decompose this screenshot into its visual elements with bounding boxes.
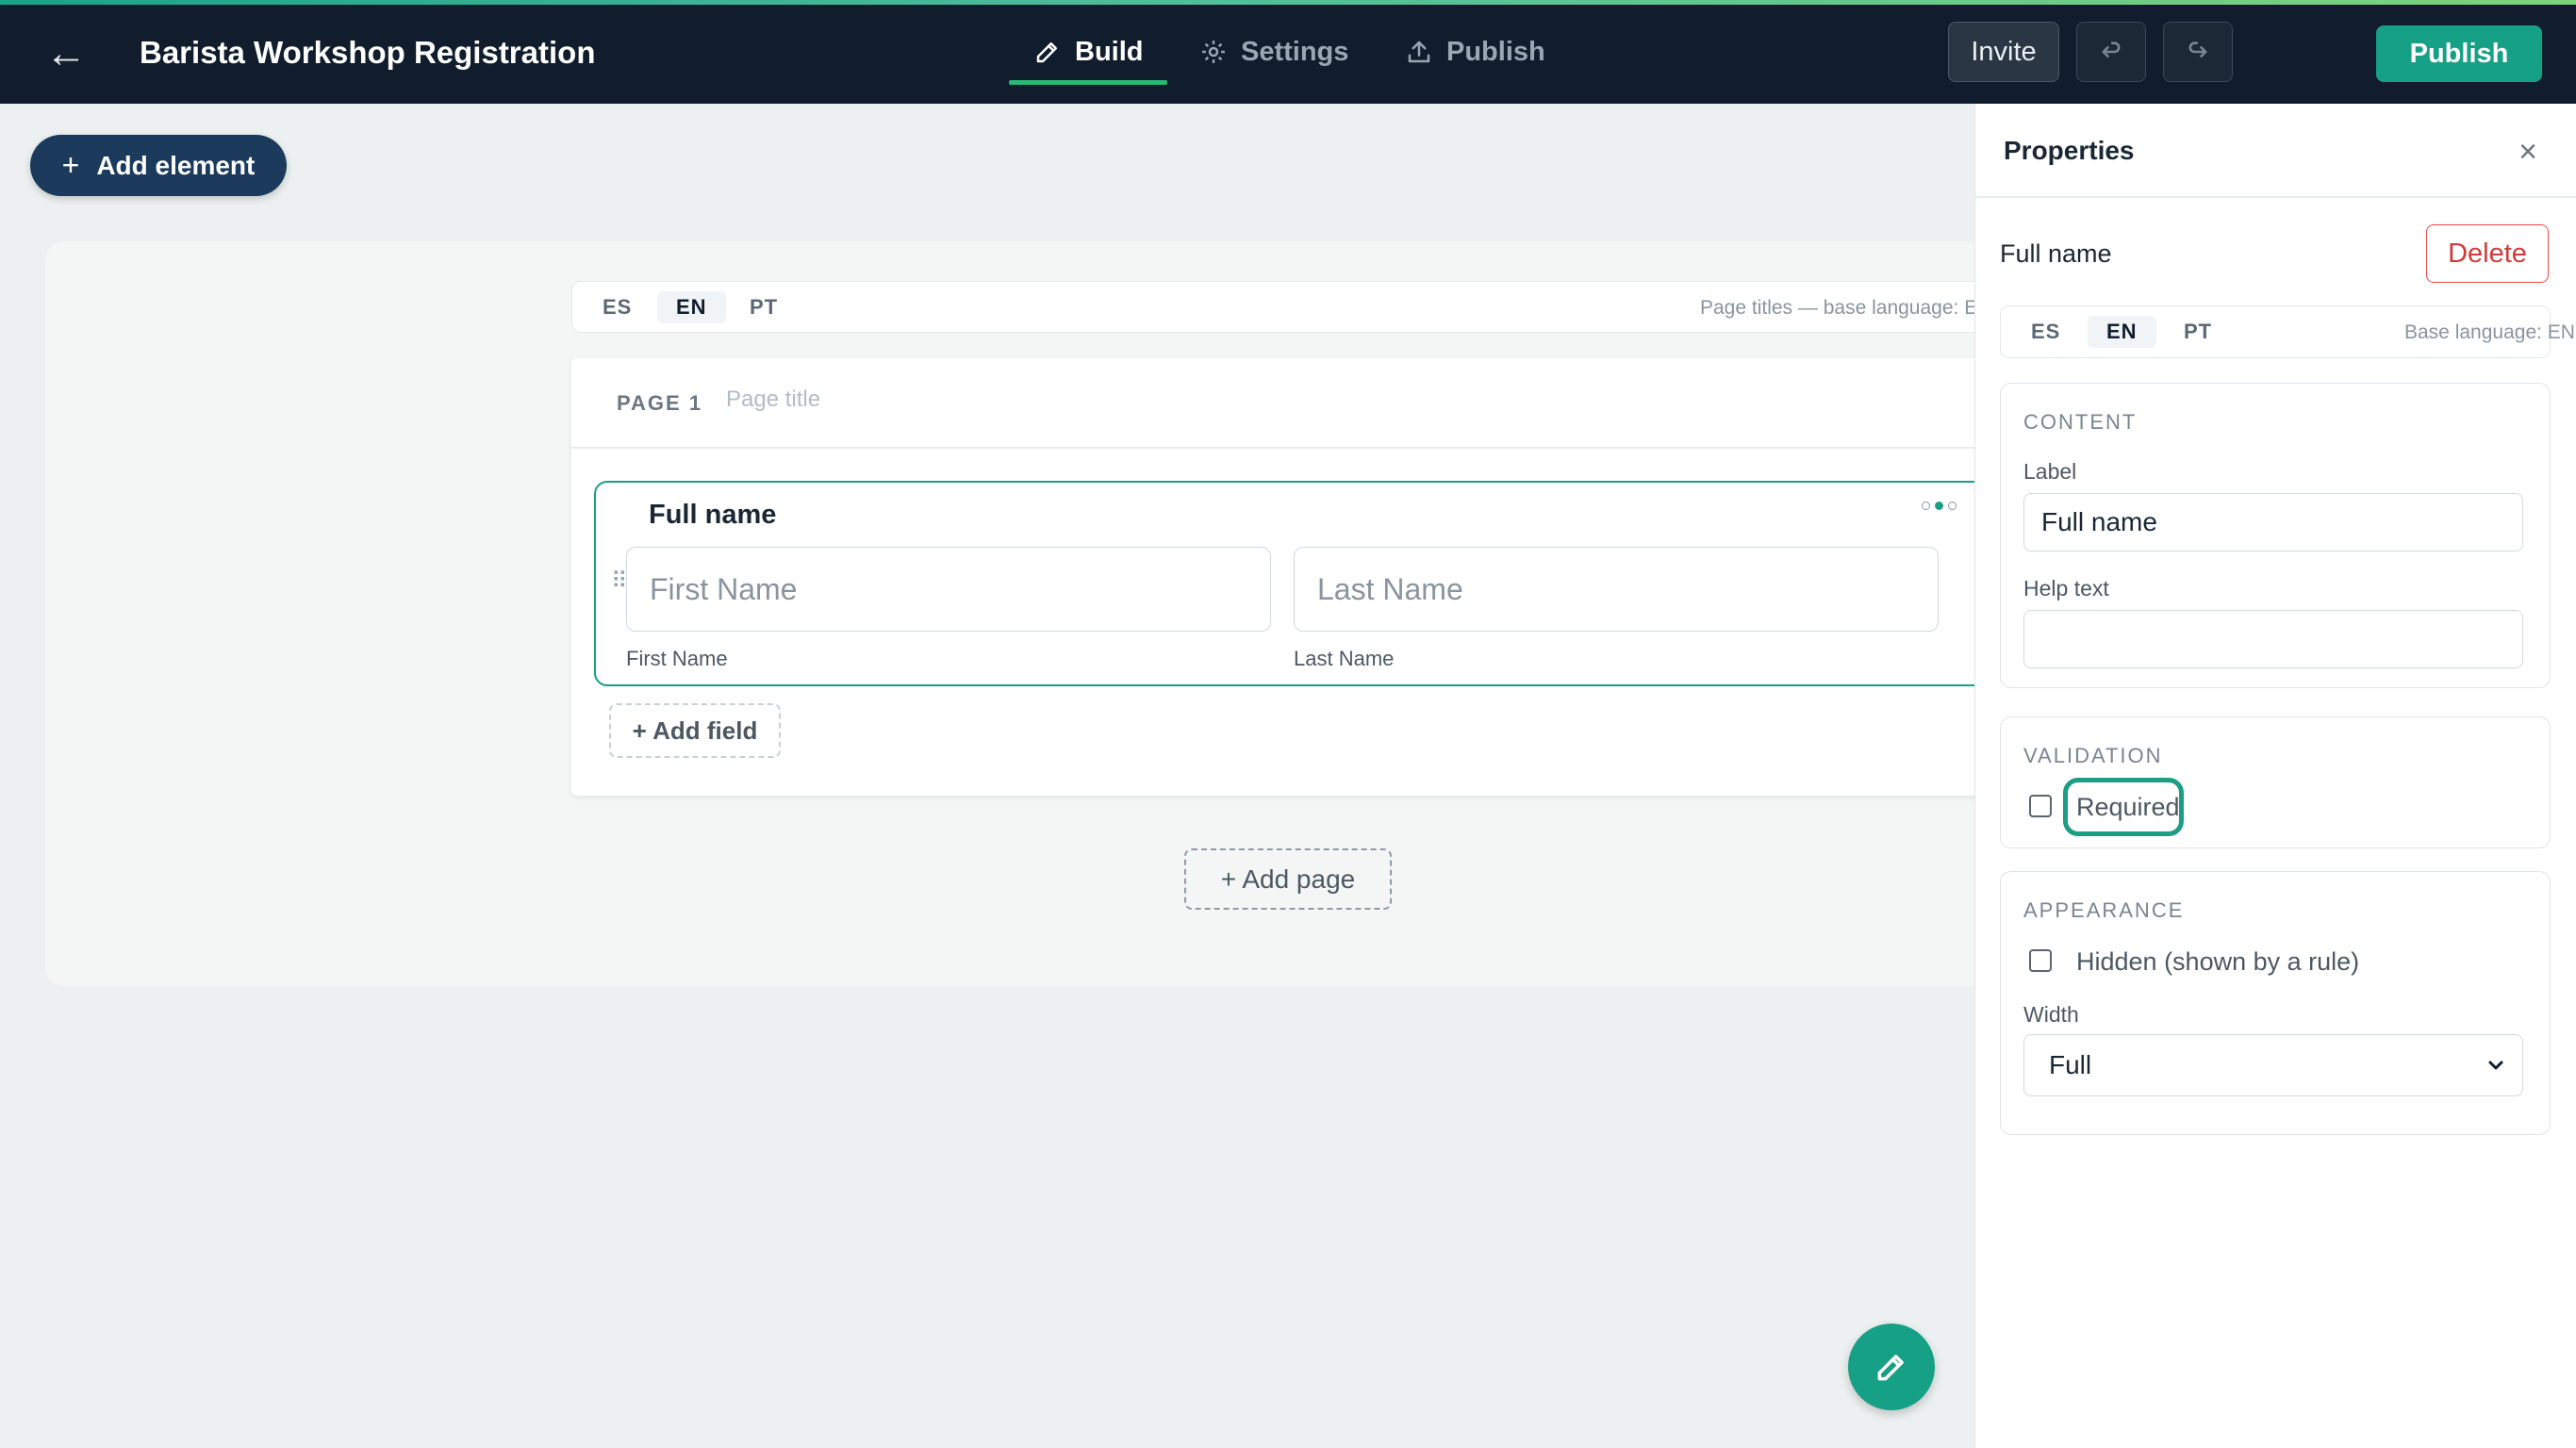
selected-element-name: Full name [2000, 239, 2112, 268]
redo-button[interactable] [2163, 22, 2233, 82]
hidden-checkbox[interactable] [2029, 949, 2052, 972]
tab-publish-label: Publish [1446, 36, 1545, 67]
tab-settings-label: Settings [1241, 36, 1349, 67]
appearance-heading: APPEARANCE [2023, 898, 2185, 922]
width-select[interactable]: Full [2023, 1034, 2523, 1096]
menu-dot [1922, 502, 1930, 510]
undo-icon [2102, 41, 2121, 58]
last-name-label: Last Name [1294, 647, 1395, 670]
top-bar: ← Barista Workshop Registration Build Se… [0, 5, 2576, 104]
page-number: PAGE 1 [617, 391, 703, 415]
redo-icon [2188, 41, 2207, 58]
add-element-label: Add element [96, 150, 256, 180]
gear-icon [1202, 41, 1225, 63]
properties-language-bar: ES EN PT Base language: EN [2000, 305, 2575, 358]
label-caption: Label [2023, 459, 2077, 484]
label-input[interactable]: Full name [2023, 493, 2523, 551]
validation-section: VALIDATION Required [2000, 716, 2551, 848]
width-caption: Width [2023, 1002, 2079, 1027]
add-field-button[interactable]: + Add field [609, 703, 781, 758]
field-title: Full name [649, 500, 777, 530]
properties-panel: Properties × Full name Delete ES EN PT B… [1974, 104, 2576, 1448]
page-card: PAGE 1 Page title ⠿ Full name First Name… [571, 358, 2080, 796]
add-page-button[interactable]: + Add page [1184, 848, 1392, 910]
upload-icon [1408, 41, 1430, 63]
back-arrow-icon[interactable]: ← [45, 33, 87, 74]
props-lang-es-button[interactable]: ES [2012, 316, 2079, 348]
edit-fab-button[interactable] [1848, 1324, 1935, 1410]
full-name-field-card[interactable]: ⠿ Full name First Name Last Name First N… [594, 481, 2080, 686]
lang-en-button[interactable]: EN [657, 291, 726, 323]
hidden-label[interactable]: Hidden (shown by a rule) [2076, 947, 2359, 977]
tab-build[interactable]: Build [1033, 33, 1144, 71]
add-element-button[interactable]: + Add element [30, 135, 287, 196]
properties-title: Properties [2004, 136, 2135, 165]
divider [1975, 196, 2576, 198]
properties-language-note: Base language: EN [2404, 321, 2575, 343]
publish-button[interactable]: Publish [2376, 25, 2542, 82]
width-select-value: Full [2049, 1050, 2092, 1079]
page-title-input[interactable]: Page title [726, 387, 820, 413]
page-language-bar: ES EN PT Page titles — base language: EN [571, 281, 2080, 333]
tab-build-label: Build [1075, 36, 1144, 67]
pencil-icon [1877, 1355, 1904, 1381]
content-section: CONTENT Label Full name Help text [2000, 383, 2551, 688]
tab-publish[interactable]: Publish [1405, 33, 1545, 71]
form-title: Barista Workshop Registration [140, 35, 596, 70]
undo-button[interactable] [2076, 22, 2146, 82]
delete-button[interactable]: Delete [2426, 224, 2549, 283]
lang-es-button[interactable]: ES [584, 291, 651, 323]
last-name-input[interactable]: Last Name [1294, 547, 1939, 632]
appearance-section: APPEARANCE Hidden (shown by a rule) Widt… [2000, 871, 2551, 1135]
required-checkbox[interactable] [2029, 795, 2052, 817]
help-text-input[interactable] [2023, 610, 2523, 668]
chevron-down-icon [2488, 1061, 2503, 1070]
plus-icon: + [61, 148, 80, 182]
props-lang-en-button[interactable]: EN [2088, 316, 2156, 348]
first-name-input[interactable]: First Name [626, 547, 1271, 632]
menu-dot [1935, 502, 1943, 510]
invite-button[interactable]: Invite [1948, 22, 2059, 82]
lang-pt-button[interactable]: PT [731, 291, 797, 323]
field-menu-icon[interactable] [1922, 502, 1957, 510]
first-name-label: First Name [626, 647, 728, 670]
page-header: PAGE 1 Page title [571, 358, 2080, 449]
active-tab-indicator [1009, 80, 1167, 85]
props-lang-pt-button[interactable]: PT [2165, 316, 2231, 348]
menu-dot [1948, 502, 1957, 510]
help-text-caption: Help text [2023, 576, 2109, 601]
pencil-icon [1036, 42, 1057, 63]
tab-settings[interactable]: Settings [1199, 33, 1348, 71]
content-heading: CONTENT [2023, 410, 2138, 434]
validation-heading: VALIDATION [2023, 744, 2163, 767]
required-label[interactable]: Required [2076, 793, 2180, 822]
close-icon[interactable]: × [2511, 136, 2545, 170]
page-language-note: Page titles — base language: EN [1700, 297, 1992, 319]
